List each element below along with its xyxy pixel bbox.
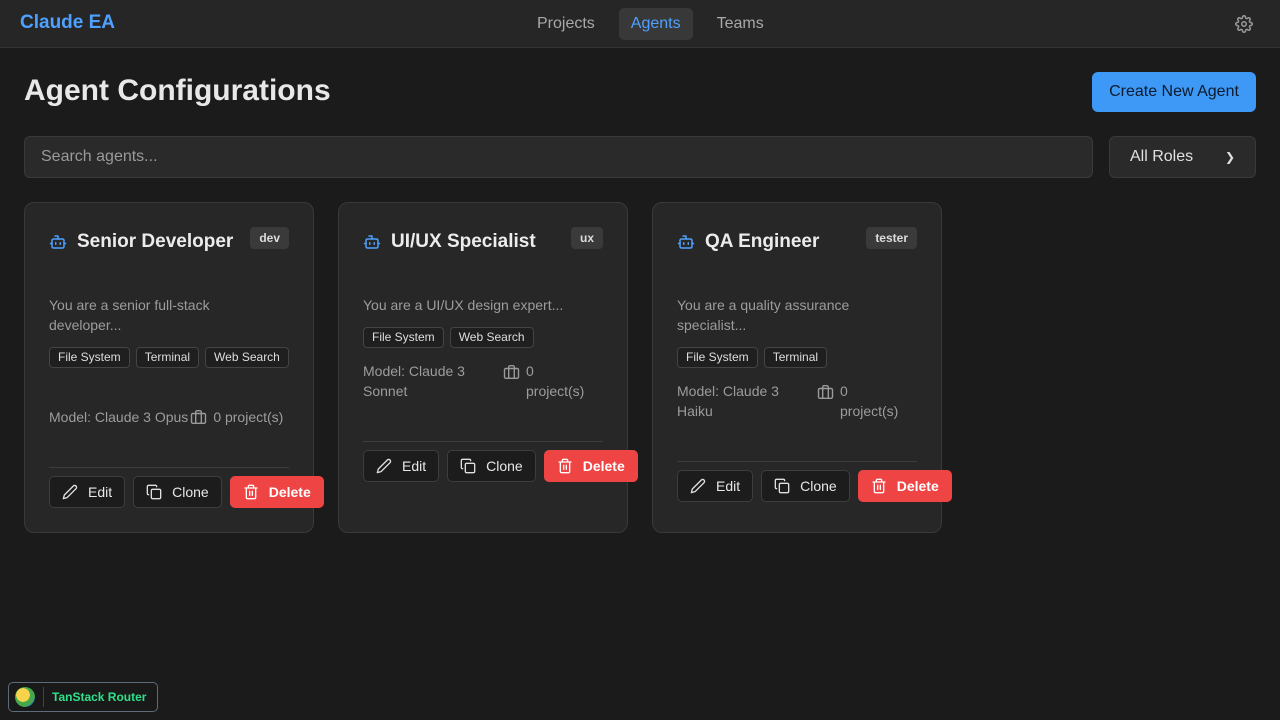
copy-icon xyxy=(460,458,476,474)
clone-button-label: Clone xyxy=(800,478,837,494)
tanstack-logo-icon xyxy=(15,687,35,707)
clone-button[interactable]: Clone xyxy=(761,470,850,502)
nav-projects[interactable]: Projects xyxy=(525,8,607,40)
devtools-label: TanStack Router xyxy=(52,690,147,704)
card-actions: Edit Clone Delete xyxy=(677,470,952,502)
edit-button[interactable]: Edit xyxy=(677,470,754,502)
trash-icon xyxy=(872,478,886,494)
search-input[interactable] xyxy=(24,136,1093,178)
agent-name: Senior Developer xyxy=(77,231,234,252)
nav-teams[interactable]: Teams xyxy=(705,8,776,40)
agent-meta: Model: Claude 3 Opus 0 project(s) xyxy=(49,407,283,427)
role-badge: dev xyxy=(250,227,289,249)
agent-name: QA Engineer xyxy=(705,231,820,252)
edit-button[interactable]: Edit xyxy=(363,450,440,482)
badge-separator xyxy=(43,687,44,707)
chevron-down-icon: ❯ xyxy=(1224,150,1235,164)
agent-card: Senior Developer dev You are a senior fu… xyxy=(24,202,324,533)
clone-button-label: Clone xyxy=(172,484,209,500)
bot-icon xyxy=(363,235,381,249)
agent-model: Model: Claude 3 Haiku xyxy=(677,383,779,419)
card-actions: Edit Clone Delete xyxy=(49,476,324,508)
delete-button-label: Delete xyxy=(896,478,939,494)
delete-button-label: Delete xyxy=(582,458,625,474)
top-nav-bar: Claude EA Projects Agents Teams xyxy=(0,0,1280,48)
briefcase-icon xyxy=(817,385,834,399)
tool-tag: Terminal xyxy=(763,347,828,368)
bot-icon xyxy=(677,235,695,249)
nav-agents[interactable]: Agents xyxy=(618,8,693,40)
tool-tag: Terminal xyxy=(135,347,200,368)
agent-description: You are a quality assurance specialist..… xyxy=(677,297,850,333)
role-badge: tester xyxy=(866,227,917,249)
tool-tag: File System xyxy=(677,347,758,368)
main-nav: Projects Agents Teams xyxy=(525,8,776,40)
agent-description: You are a UI/UX design expert... xyxy=(363,297,564,313)
delete-button-label: Delete xyxy=(268,484,311,500)
agent-card-header: UI/UX Specialist xyxy=(363,231,536,253)
clone-button[interactable]: Clone xyxy=(133,476,222,508)
pencil-icon xyxy=(690,478,706,494)
agent-card-header: QA Engineer xyxy=(677,231,819,253)
edit-button-label: Edit xyxy=(716,478,741,494)
trash-icon xyxy=(558,458,572,474)
edit-button[interactable]: Edit xyxy=(49,476,126,508)
edit-button-label: Edit xyxy=(402,458,427,474)
agent-meta: Model: Claude 3 Sonnet 0 project(s) xyxy=(363,361,596,401)
trash-icon xyxy=(244,484,258,500)
agent-projects-count: 0 project(s) xyxy=(840,383,899,419)
delete-button[interactable]: Delete xyxy=(543,450,638,482)
clone-button[interactable]: Clone xyxy=(447,450,536,482)
clone-button-label: Clone xyxy=(486,458,523,474)
page-title: Agent Configurations xyxy=(24,74,331,107)
copy-icon xyxy=(774,478,790,494)
card-divider xyxy=(677,461,917,462)
role-filter-value: All Roles xyxy=(1130,148,1194,165)
tool-tag: Web Search xyxy=(205,347,289,368)
agent-name: UI/UX Specialist xyxy=(391,231,536,252)
pencil-icon xyxy=(62,484,78,500)
tool-tag: File System xyxy=(363,327,444,348)
tool-tags: File System Web Search xyxy=(363,327,603,348)
bot-icon xyxy=(49,235,67,249)
devtools-toggle-button[interactable]: TanStack Router xyxy=(8,682,158,712)
agent-card: UI/UX Specialist ux You are a UI/UX desi… xyxy=(338,202,638,533)
agent-model: Model: Claude 3 Sonnet xyxy=(363,363,465,399)
briefcase-icon xyxy=(191,410,207,424)
briefcase-icon xyxy=(503,365,520,379)
edit-button-label: Edit xyxy=(88,484,113,500)
role-filter-select[interactable]: All Roles ❯ xyxy=(1109,136,1256,178)
tool-tag: Web Search xyxy=(449,327,534,348)
card-actions: Edit Clone Delete xyxy=(363,450,638,482)
agent-description: You are a senior full-stack developer... xyxy=(49,297,210,333)
card-divider xyxy=(363,441,603,442)
agent-card-header: Senior Developer xyxy=(49,231,233,253)
agent-model: Model: Claude 3 Opus xyxy=(49,409,189,425)
tool-tag: File System xyxy=(49,347,130,368)
role-badge: ux xyxy=(570,227,603,249)
app-title[interactable]: Claude EA xyxy=(20,12,115,34)
pencil-icon xyxy=(376,458,392,474)
gear-icon[interactable] xyxy=(1235,15,1253,33)
delete-button[interactable]: Delete xyxy=(229,476,324,508)
card-divider xyxy=(49,467,289,468)
agent-projects-count: 0 project(s) xyxy=(526,363,585,399)
agent-card: QA Engineer tester You are a quality ass… xyxy=(652,202,952,533)
tool-tags: File System Terminal xyxy=(677,347,917,368)
create-agent-button[interactable]: Create New Agent xyxy=(1092,72,1256,112)
agent-meta: Model: Claude 3 Haiku 0 project(s) xyxy=(677,381,910,421)
delete-button[interactable]: Delete xyxy=(857,470,952,502)
tool-tags: File System Terminal Web Search xyxy=(49,347,289,368)
agent-projects-count: 0 project(s) xyxy=(213,409,284,425)
copy-icon xyxy=(146,484,162,500)
